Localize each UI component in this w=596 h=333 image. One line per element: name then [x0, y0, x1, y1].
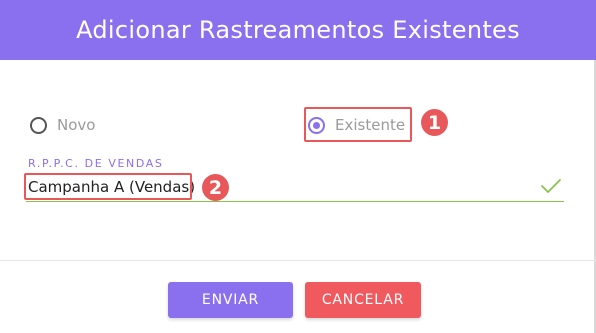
dialog-title: Adicionar Rastreamentos Existentes	[76, 16, 520, 44]
highlight-existente	[304, 107, 412, 142]
rppc-field-underline	[26, 201, 564, 202]
cancel-button[interactable]: CANCELAR	[305, 282, 421, 318]
rppc-field-label: R.P.P.C. DE VENDAS	[28, 157, 164, 170]
radio-novo[interactable]: Novo	[30, 114, 95, 136]
footer-divider	[0, 260, 596, 261]
submit-button[interactable]: ENVIAR	[168, 282, 293, 318]
step-marker-2: 2	[202, 174, 229, 201]
radio-novo-label: Novo	[57, 116, 96, 134]
highlight-campanha	[24, 173, 192, 200]
radio-novo-circle[interactable]	[30, 116, 47, 134]
check-icon	[541, 179, 561, 193]
dialog-header: Adicionar Rastreamentos Existentes	[0, 0, 596, 60]
add-existing-tracking-dialog: Adicionar Rastreamentos Existentes Novo …	[0, 0, 596, 333]
step-marker-1: 1	[421, 109, 448, 136]
